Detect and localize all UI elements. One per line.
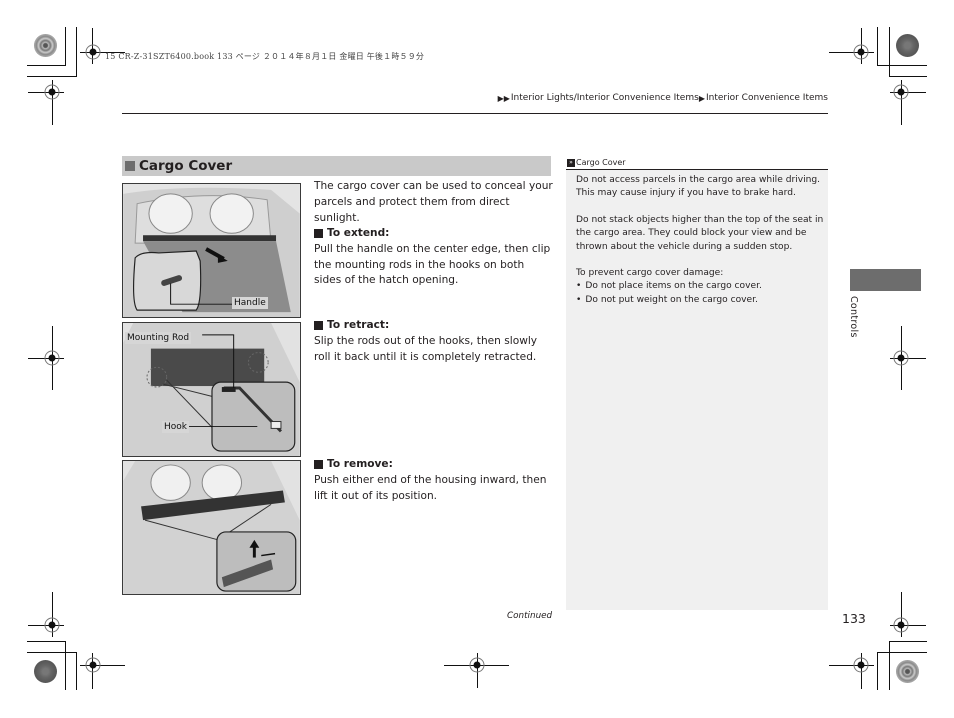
figure-remove xyxy=(122,460,301,595)
registration-mark-icon xyxy=(85,44,101,60)
section-heading: Cargo Cover xyxy=(122,156,551,176)
callout-hook: Hook xyxy=(162,421,189,433)
section-title: Cargo Cover xyxy=(139,158,233,174)
registration-mark-icon xyxy=(893,350,909,366)
registration-mark-icon xyxy=(853,657,869,673)
page-number: 133 xyxy=(842,611,866,626)
registration-rosette-icon xyxy=(896,660,919,683)
note-header: » Cargo Cover xyxy=(566,156,828,170)
step-heading: To retract: xyxy=(314,318,554,334)
registration-mark-icon xyxy=(44,350,60,366)
continued-label: Continued xyxy=(507,611,553,621)
chapter-tab-label: Controls xyxy=(848,296,859,338)
registration-mark-icon xyxy=(893,84,909,100)
registration-mark-icon xyxy=(85,657,101,673)
registration-mark-icon xyxy=(44,617,60,633)
side-note: » Cargo Cover Do not access parcels in t… xyxy=(566,156,828,610)
cargo-remove-illustration xyxy=(123,461,300,594)
note-bullet-list: Do not place items on the cargo cover. D… xyxy=(576,280,824,307)
breadcrumb-item[interactable]: Interior Lights/Interior Convenience Ite… xyxy=(511,93,699,103)
step-heading: To extend: xyxy=(314,226,554,242)
registration-mark-icon xyxy=(44,84,60,100)
step-text: Push either end of the housing inward, t… xyxy=(314,473,547,502)
registration-mark-icon xyxy=(469,657,485,673)
registration-rosette-icon xyxy=(34,34,57,57)
cargo-extend-illustration xyxy=(123,184,300,317)
note-title[interactable]: Cargo Cover xyxy=(576,158,626,167)
callout-mounting-rod: Mounting Rod xyxy=(125,332,192,344)
note-body: Do not access parcels in the cargo area … xyxy=(576,174,824,307)
registration-mark-icon xyxy=(853,44,869,60)
registration-rosette-icon xyxy=(34,660,57,683)
chapter-tab[interactable] xyxy=(850,269,921,291)
heading-square-icon xyxy=(314,321,323,331)
callout-handle: Handle xyxy=(232,297,268,309)
figure-extend: Handle xyxy=(122,183,301,318)
step-text: Pull the handle on the center edge, then… xyxy=(314,242,551,287)
step-remove: To remove: Push either end of the housin… xyxy=(314,457,554,504)
print-header: 15 CR-Z-31SZT6400.book 133 ページ ２０１４年８月１日… xyxy=(105,52,425,61)
heading-square-icon xyxy=(125,161,135,171)
note-paragraph: To prevent cargo cover damage: xyxy=(576,268,724,279)
intro-text: The cargo cover can be used to conceal y… xyxy=(314,180,553,224)
note-paragraph: Do not access parcels in the cargo area … xyxy=(576,175,821,199)
figure-retract: Mounting Rod Hook xyxy=(122,322,301,457)
heading-square-icon xyxy=(314,460,323,470)
note-bullet: Do not put weight on the cargo cover. xyxy=(576,294,824,307)
registration-mark-icon xyxy=(893,617,909,633)
breadcrumb: ▶▶ Interior Lights/Interior Convenience … xyxy=(498,93,828,103)
breadcrumb-arrow-icon: ▶ xyxy=(698,93,705,103)
step-retract: To retract: Slip the rods out of the hoo… xyxy=(314,318,554,365)
note-bullet: Do not place items on the cargo cover. xyxy=(576,280,824,293)
breadcrumb-item[interactable]: Interior Convenience Items xyxy=(706,93,828,103)
step-text: Slip the rods out of the hooks, then slo… xyxy=(314,334,538,363)
step-extend: To extend: Pull the handle on the center… xyxy=(314,226,554,289)
heading-square-icon xyxy=(314,229,323,239)
breadcrumb-arrow-icon: ▶▶ xyxy=(497,93,510,103)
note-paragraph: Do not stack objects higher than the top… xyxy=(576,214,824,252)
registration-rosette-icon xyxy=(896,34,919,57)
header-divider xyxy=(122,113,828,114)
reference-arrow-icon: » xyxy=(567,158,575,167)
step-heading: To remove: xyxy=(314,457,554,473)
